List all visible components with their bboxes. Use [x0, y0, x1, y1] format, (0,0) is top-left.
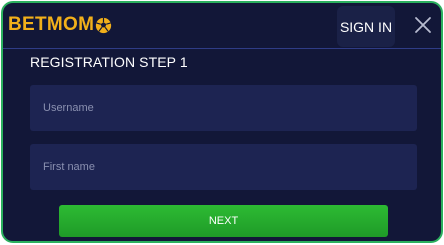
registration-step-title: REGISTRATION STEP 1 — [30, 54, 188, 70]
next-button[interactable]: NEXT — [59, 205, 388, 237]
modal-header: BETMOM SIGN IN — [3, 3, 441, 49]
registration-modal: BETMOM SIGN IN REGISTRATION STEP 1 NEXT — [1, 1, 443, 243]
sign-in-button[interactable]: SIGN IN — [337, 6, 395, 47]
soccer-ball-icon — [96, 17, 112, 33]
close-icon[interactable] — [413, 15, 433, 35]
logo-text: BETMOM — [8, 14, 95, 35]
first-name-input[interactable] — [30, 144, 417, 190]
username-input[interactable] — [30, 85, 417, 131]
brand-logo[interactable]: BETMOM — [8, 13, 112, 37]
